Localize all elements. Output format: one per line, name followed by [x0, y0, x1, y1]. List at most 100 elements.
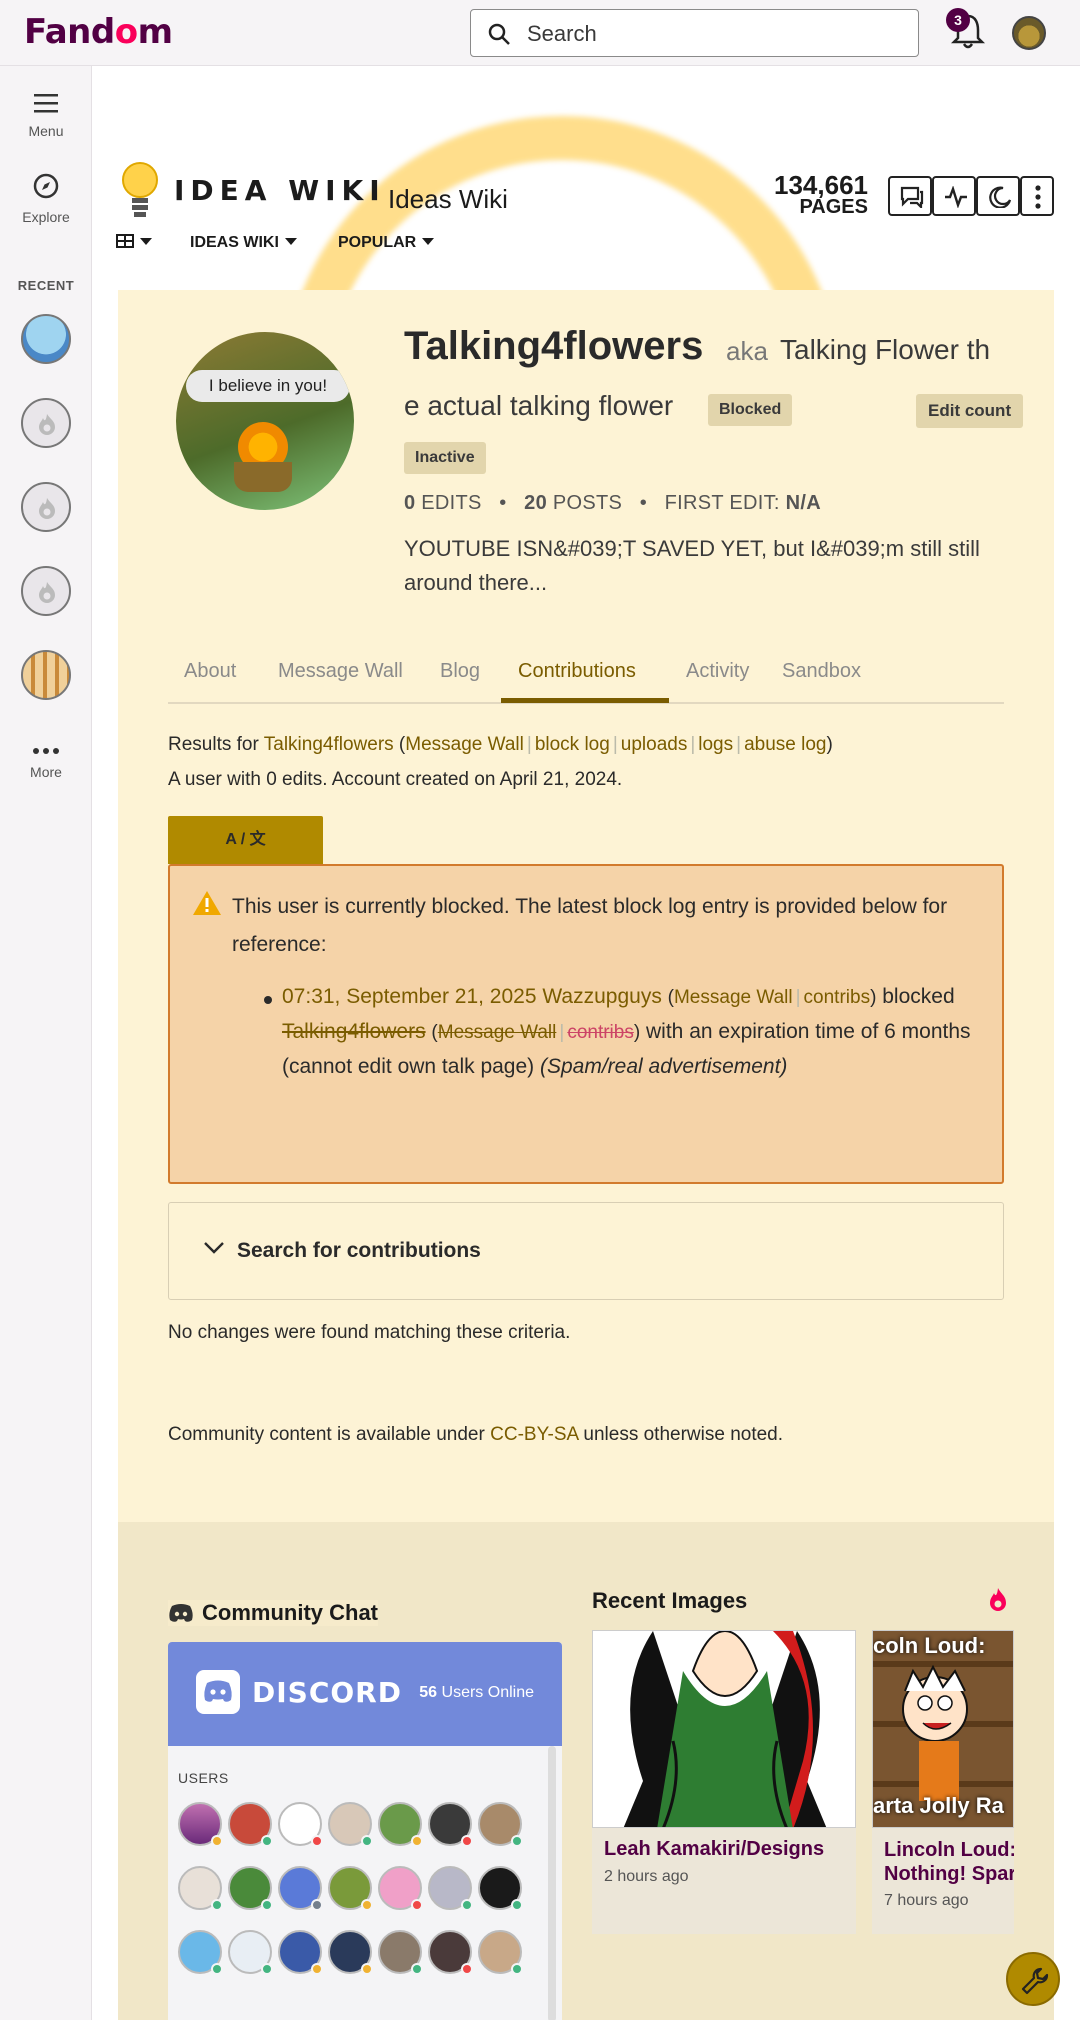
recent-image-caption: Leah Kamakiri/Designs — [604, 1838, 825, 1860]
rail-modules: Community Chat DISCORD 56 Users Online U… — [118, 1522, 1054, 2020]
active-tab-indicator — [501, 698, 669, 703]
discord-header[interactable]: DISCORD 56 Users Online — [168, 1642, 562, 1746]
more-options-button[interactable] — [1020, 176, 1054, 216]
chat-user-avatar[interactable] — [378, 1866, 423, 1911]
admin-message-wall-link[interactable]: Message Wall — [674, 987, 793, 1008]
chat-user-avatar[interactable] — [478, 1866, 523, 1911]
flower-pot — [234, 462, 292, 492]
license-text: Community content is available under CC-… — [168, 1424, 784, 1445]
notifications-button[interactable]: 3 — [946, 8, 986, 55]
abuse-log-link[interactable]: abuse log — [744, 734, 826, 755]
tab-sandbox[interactable]: Sandbox — [782, 660, 861, 683]
chat-user-avatar[interactable] — [228, 1802, 273, 1847]
chat-user-avatar[interactable] — [278, 1802, 323, 1847]
wrench-tools-button[interactable] — [1006, 1952, 1060, 2006]
language-button[interactable]: A / 文 — [168, 816, 323, 864]
user-link[interactable]: Talking4flowers — [264, 734, 394, 755]
chat-user-avatar[interactable] — [278, 1866, 323, 1911]
recent-changes-button[interactable] — [932, 176, 976, 216]
chat-user-avatar[interactable] — [478, 1930, 523, 1975]
entry-target-link[interactable]: Talking4flowers — [282, 1020, 426, 1043]
tab-activity[interactable]: Activity — [686, 660, 749, 683]
recent-wiki-5[interactable] — [21, 650, 71, 700]
chevron-down-icon — [140, 238, 152, 245]
search-contributions-toggle[interactable]: Search for contributions — [168, 1202, 1004, 1300]
bullet — [264, 996, 272, 1004]
chat-user-avatar[interactable] — [178, 1930, 223, 1975]
chat-user-avatar[interactable] — [228, 1866, 273, 1911]
user-avatar[interactable] — [1012, 16, 1046, 50]
wiki-home-icon — [116, 234, 134, 248]
search-input[interactable]: Search — [470, 9, 919, 57]
menu-label: Menu — [28, 123, 64, 139]
target-message-wall-link[interactable]: Message Wall — [438, 1022, 557, 1043]
tab-about[interactable]: About — [184, 660, 236, 683]
chat-user-avatar[interactable] — [178, 1866, 223, 1911]
license-link[interactable]: CC-BY-SA — [490, 1424, 578, 1445]
recent-wiki-2[interactable] — [21, 398, 71, 448]
block-notice: This user is currently blocked. The late… — [168, 864, 1004, 1184]
tab-contributions[interactable]: Contributions — [518, 660, 636, 683]
uploads-link[interactable]: uploads — [621, 734, 688, 755]
nav-popular[interactable]: POPULAR — [338, 234, 435, 252]
tab-message-wall[interactable]: Message Wall — [278, 660, 403, 683]
users-label: USERS — [178, 1770, 229, 1786]
admin-contribs-link[interactable]: contribs — [804, 987, 871, 1008]
fandom-logo[interactable]: Fandom — [24, 12, 173, 52]
chat-user-avatar[interactable] — [428, 1802, 473, 1847]
entry-blocked-word: blocked — [882, 985, 955, 1008]
search-icon — [488, 23, 510, 45]
chat-user-avatar[interactable] — [378, 1930, 423, 1975]
notification-badge: 3 — [946, 8, 970, 32]
menu-button[interactable]: Menu — [0, 92, 92, 139]
message-wall-link[interactable]: Message Wall — [405, 734, 524, 755]
page-counter: 134,661 PAGES — [774, 170, 868, 220]
block-log-link[interactable]: block log — [535, 734, 610, 755]
entry-admin-link[interactable]: Wazzupguys — [542, 985, 661, 1008]
chat-user-avatar[interactable] — [378, 1802, 423, 1847]
recent-wiki-4[interactable] — [21, 566, 71, 616]
chat-user-avatar[interactable] — [328, 1930, 373, 1975]
aka-label: aka — [726, 336, 768, 366]
tab-blog[interactable]: Blog — [440, 660, 480, 683]
wiki-wordmark[interactable]: IDEA WIKI — [174, 174, 386, 207]
discord-scrollbar[interactable] — [548, 1746, 556, 2020]
recent-wiki-bluey[interactable] — [21, 314, 71, 364]
recent-wiki-3[interactable] — [21, 482, 71, 532]
recent-images-title: Recent Images — [592, 1588, 748, 1613]
chat-user-avatar[interactable] — [228, 1930, 273, 1975]
first-edit-label: FIRST EDIT: — [664, 492, 780, 514]
chat-user-avatar[interactable] — [328, 1866, 373, 1911]
dark-mode-button[interactable] — [976, 176, 1020, 216]
nav-ideas-wiki[interactable]: IDEAS WIKI — [190, 234, 297, 252]
chat-user-avatar[interactable] — [178, 1802, 223, 1847]
profile-stats: 0 EDITS • 20 POSTS • FIRST EDIT: N/A — [404, 492, 821, 514]
chat-user-avatar[interactable] — [278, 1930, 323, 1975]
kebab-icon — [1035, 185, 1041, 209]
flame-icon — [39, 582, 55, 603]
chat-user-avatar[interactable] — [328, 1802, 373, 1847]
no-changes-text: No changes were found matching these cri… — [168, 1322, 571, 1343]
wiki-home-menu[interactable] — [116, 234, 152, 252]
chat-user-avatar[interactable] — [428, 1866, 473, 1911]
recent-image-thumbnail: coln Loud: arta Jolly Ra — [872, 1630, 1014, 1828]
community-chat-title: Community Chat — [168, 1600, 378, 1626]
more-button[interactable]: More — [0, 742, 92, 780]
contributions-subtitle: Results for Talking4flowers (Message Wal… — [168, 734, 833, 755]
more-dots-icon — [33, 748, 59, 754]
explore-button[interactable]: Explore — [0, 172, 92, 225]
chat-user-avatar[interactable] — [478, 1802, 523, 1847]
wrench-icon — [1021, 1967, 1049, 1995]
discussions-button[interactable] — [888, 176, 932, 216]
discord-icon — [169, 1604, 193, 1622]
chat-user-avatar[interactable] — [428, 1930, 473, 1975]
target-contribs-link[interactable]: contribs — [567, 1022, 634, 1043]
recent-image-card[interactable]: Leah Kamakiri/Designs 2 hours ago — [592, 1630, 856, 1934]
edit-count-button[interactable]: Edit count — [916, 394, 1024, 428]
logs-link[interactable]: logs — [698, 734, 733, 755]
pages-count: 134,661 — [774, 170, 868, 200]
wiki-name[interactable]: Ideas Wiki — [388, 184, 508, 215]
entry-timestamp-link[interactable]: 07:31, September 21, 2025 — [282, 985, 537, 1008]
recent-image-card[interactable]: coln Loud: arta Jolly Ra Lincoln Loud: N… — [872, 1630, 1014, 1934]
recent-image-time: 7 hours ago — [884, 1892, 969, 1909]
